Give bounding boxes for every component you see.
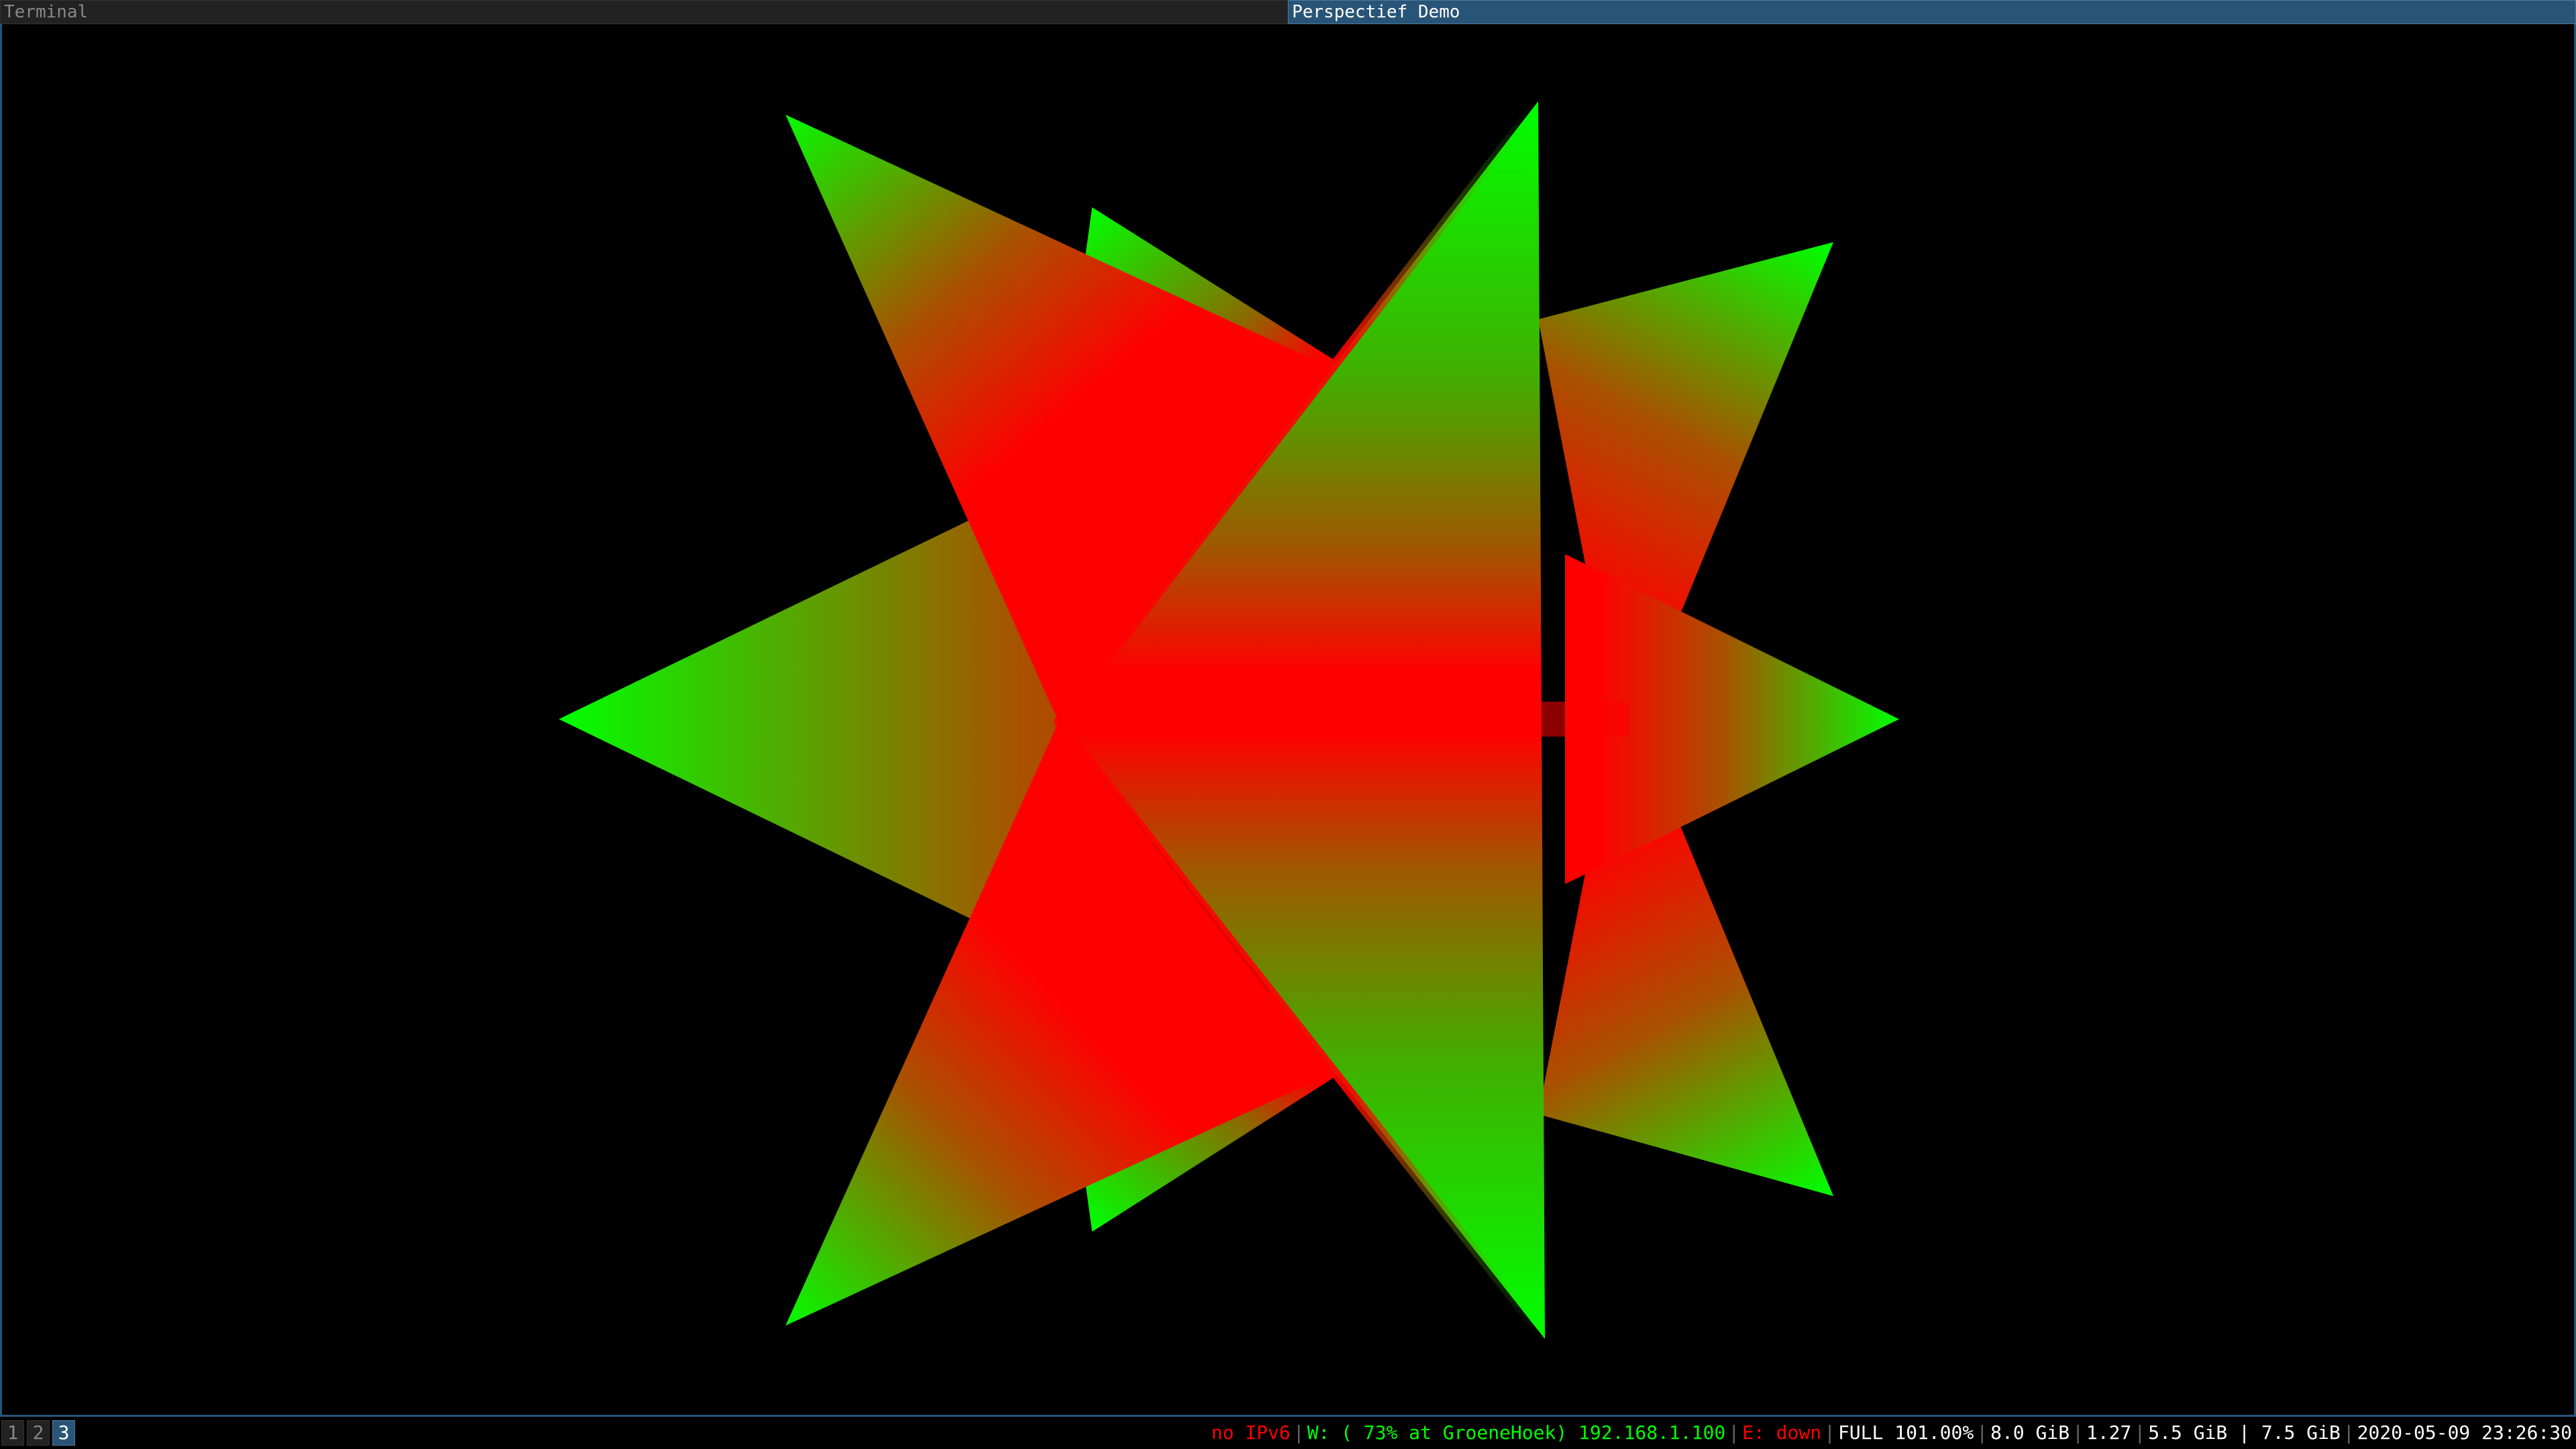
status-memory: 5.5 GiB | 7.5 GiB bbox=[2148, 1421, 2341, 1444]
status-bar: 1 2 3 no IPv6 | W: ( 73% at GroeneHoek) … bbox=[0, 1417, 2576, 1449]
status-battery: FULL 101.00% bbox=[1837, 1421, 1974, 1444]
tab-perspectief-demo[interactable]: Perspectief Demo bbox=[1288, 0, 2576, 24]
status-ipv6: no IPv6 bbox=[1211, 1421, 1291, 1444]
workspace-list: 1 2 3 bbox=[0, 1419, 78, 1446]
status-separator: | bbox=[2343, 1421, 2355, 1444]
status-load: 1.27 bbox=[2086, 1421, 2132, 1444]
workspace-button-3[interactable]: 3 bbox=[52, 1420, 75, 1446]
status-separator: | bbox=[1824, 1421, 1835, 1444]
status-separator: | bbox=[2072, 1421, 2084, 1444]
window-tab-bar: Terminal Perspectief Demo bbox=[0, 0, 2576, 24]
status-blocks: no IPv6 | W: ( 73% at GroeneHoek) 192.16… bbox=[1209, 1419, 2576, 1446]
tab-terminal[interactable]: Terminal bbox=[0, 0, 1288, 24]
workspace-button-1[interactable]: 1 bbox=[1, 1420, 24, 1446]
status-disk: 8.0 GiB bbox=[1990, 1421, 2070, 1444]
status-separator: | bbox=[1293, 1421, 1305, 1444]
status-datetime: 2020-05-09 23:26:30 bbox=[2357, 1421, 2572, 1444]
status-separator: | bbox=[1976, 1421, 1988, 1444]
status-wireless: W: ( 73% at GroeneHoek) 192.168.1.100 bbox=[1307, 1421, 1726, 1444]
workspace-label: 3 bbox=[58, 1421, 70, 1444]
status-separator: | bbox=[1728, 1421, 1740, 1444]
tab-terminal-title: Terminal bbox=[4, 2, 89, 22]
tab-perspectief-demo-title: Perspectief Demo bbox=[1292, 2, 1460, 22]
render-canvas[interactable] bbox=[2, 24, 2574, 1415]
status-separator: | bbox=[2134, 1421, 2146, 1444]
desktop: Terminal Perspectief Demo 1 2 3 no IPv6 … bbox=[0, 0, 2576, 1449]
star-center-band bbox=[1059, 702, 1629, 737]
status-ethernet: E: down bbox=[1742, 1421, 1822, 1444]
workspace-label: 2 bbox=[32, 1421, 44, 1444]
workspace-label: 1 bbox=[7, 1421, 19, 1444]
demo-window[interactable] bbox=[0, 24, 2576, 1417]
workspace-button-2[interactable]: 2 bbox=[27, 1420, 50, 1446]
